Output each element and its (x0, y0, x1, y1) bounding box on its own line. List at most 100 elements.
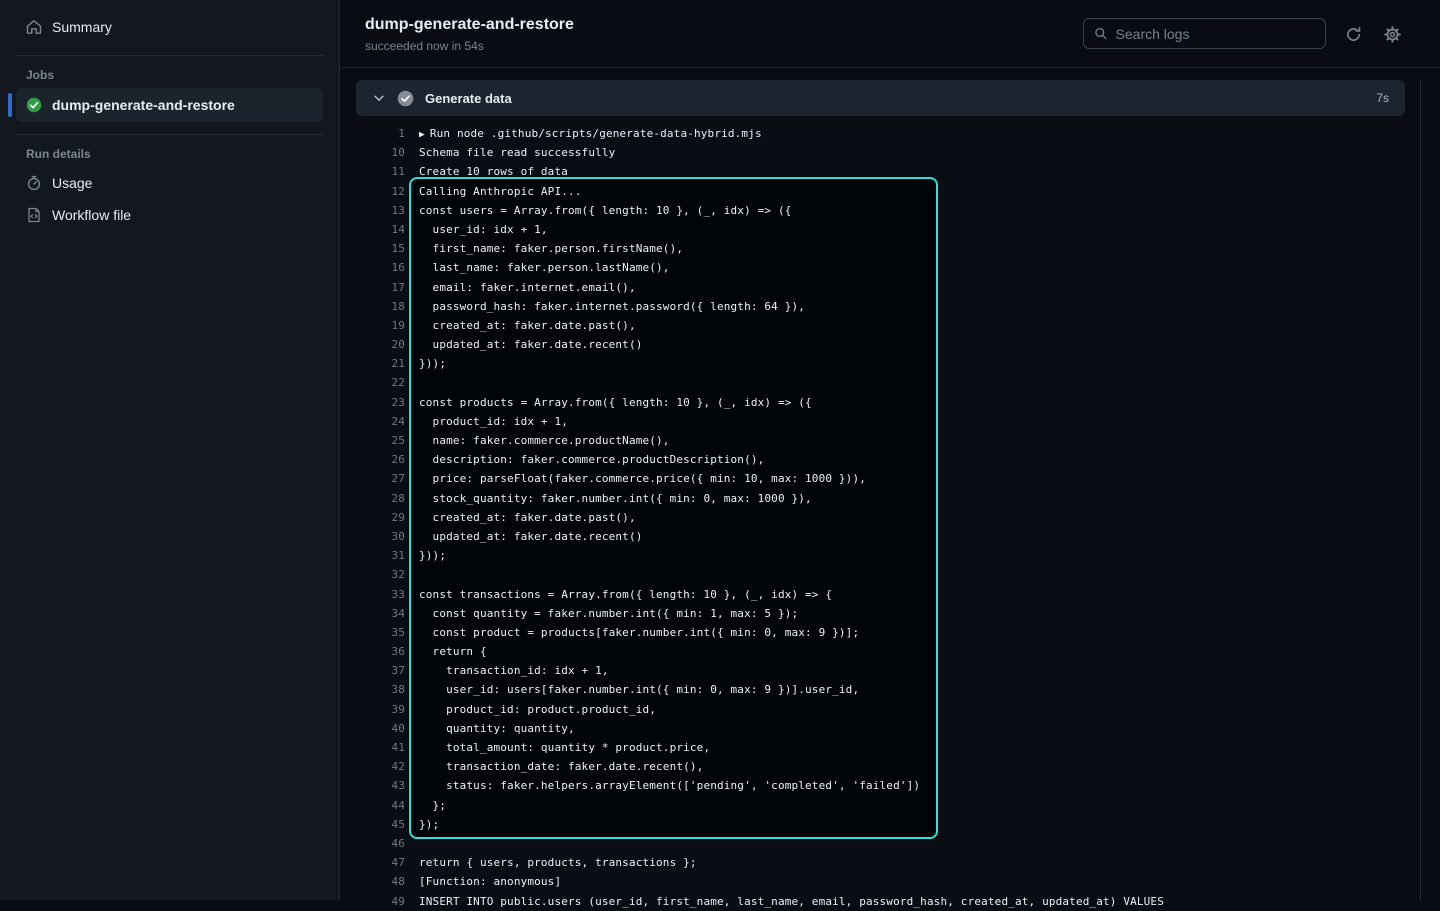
refresh-logs-button[interactable] (1342, 23, 1364, 45)
log-line-text: user_id: users[faker.number.int({ min: 0… (419, 680, 859, 699)
log-line-number[interactable]: 12 (356, 182, 405, 201)
log-line-text: const users = Array.from({ length: 10 },… (419, 201, 792, 220)
log-line-text: updated_at: faker.date.recent() (419, 335, 643, 354)
log-line: 47 return { users, products, transactions… (356, 853, 1420, 872)
log-line-text: updated_at: faker.date.recent() (419, 527, 643, 546)
log-line-text: INSERT INTO public.users (user_id, first… (419, 892, 1164, 911)
log-line: 23 const products = Array.from({ length: … (356, 393, 1420, 412)
log-line-text: Calling Anthropic API... (419, 182, 582, 201)
log-line-text: ▶Run node .github/scripts/generate-data-… (419, 124, 762, 143)
log-line-number[interactable]: 18 (356, 297, 405, 316)
expand-command-icon[interactable]: ▶ (419, 129, 425, 140)
log-line-number[interactable]: 1 (356, 124, 405, 143)
log-line-number[interactable]: 27 (356, 469, 405, 488)
sidebar-divider (16, 134, 323, 135)
log-line-number[interactable]: 21 (356, 354, 405, 373)
log-line-number[interactable]: 25 (356, 431, 405, 450)
log-line-text: stock_quantity: faker.number.int({ min: … (419, 489, 812, 508)
sidebar-divider (16, 55, 323, 56)
log-line-number[interactable]: 13 (356, 201, 405, 220)
log-line: 11 Create 10 rows of data (356, 162, 1420, 181)
sidebar-item-summary[interactable]: Summary (16, 11, 323, 43)
log-line-number[interactable]: 33 (356, 585, 405, 604)
log-line: 20 updated_at: faker.date.recent() (356, 335, 1420, 354)
log-line-number[interactable]: 26 (356, 450, 405, 469)
log-line-number[interactable]: 39 (356, 700, 405, 719)
log-line-number[interactable]: 42 (356, 757, 405, 776)
log-line: 31})); (356, 546, 1420, 565)
step-header-generate-data[interactable]: Generate data 7s (356, 80, 1405, 116)
log-line: 13 const users = Array.from({ length: 10 … (356, 201, 1420, 220)
log-line-text: const quantity = faker.number.int({ min:… (419, 604, 798, 623)
log-line: 49 INSERT INTO public.users (user_id, fir… (356, 892, 1420, 911)
log-line-number[interactable]: 29 (356, 508, 405, 527)
chevron-down-icon[interactable] (372, 91, 386, 105)
log-line: 33const transactions = Array.from({ leng… (356, 585, 1420, 604)
log-line-number[interactable]: 22 (356, 373, 405, 392)
job-header: dump-generate-and-restore succeeded now … (341, 0, 1440, 68)
step-duration: 7s (1376, 91, 1389, 105)
log-line-text: return { users, products, transactions }… (419, 853, 697, 872)
log-line: 41 total_amount: quantity * product.pric… (356, 738, 1420, 757)
log-line-number[interactable]: 47 (356, 853, 405, 872)
log-panel: Generate data 7s 1 ▶Run node .github/scri… (356, 80, 1421, 900)
log-line: 14 user_id: idx + 1, (356, 220, 1420, 239)
log-line-number[interactable]: 32 (356, 565, 405, 584)
log-line-text: transaction_date: faker.date.recent(), (419, 757, 703, 776)
log-line-number[interactable]: 37 (356, 661, 405, 680)
log-line: 38 user_id: users[faker.number.int({ min… (356, 680, 1420, 699)
log-line: 48[Function: anonymous] (356, 872, 1420, 891)
log-line-number[interactable]: 20 (356, 335, 405, 354)
log-line-number[interactable]: 23 (356, 393, 405, 412)
search-logs-box[interactable] (1083, 18, 1326, 49)
log-line: 45}); (356, 815, 1420, 834)
search-logs-input[interactable] (1116, 26, 1315, 42)
log-line-number[interactable]: 44 (356, 796, 405, 815)
log-line-number[interactable]: 48 (356, 872, 405, 891)
log-line-number[interactable]: 45 (356, 815, 405, 834)
log-line-text: const products = Array.from({ length: 10… (419, 393, 812, 412)
log-line-number[interactable]: 41 (356, 738, 405, 757)
log-line-number[interactable]: 49 (356, 892, 405, 911)
log-line-number[interactable]: 14 (356, 220, 405, 239)
sidebar-usage-label: Usage (52, 175, 92, 191)
log-line-text: Create 10 rows of data (419, 162, 568, 181)
log-line: 46 (356, 834, 1420, 853)
log-line: 1 ▶Run node .github/scripts/generate-data… (356, 124, 1420, 143)
log-line-number[interactable]: 30 (356, 527, 405, 546)
log-line-text: email: faker.internet.email(), (419, 278, 636, 297)
log-line-number[interactable]: 40 (356, 719, 405, 738)
log-line: 10Schema file read successfully (356, 143, 1420, 162)
log-settings-button[interactable] (1381, 23, 1403, 45)
log-line-number[interactable]: 34 (356, 604, 405, 623)
success-check-icon (26, 97, 42, 113)
log-line-text: last_name: faker.person.lastName(), (419, 258, 670, 277)
log-line: 32 (356, 565, 1420, 584)
sidebar-item-job[interactable]: dump-generate-and-restore (16, 88, 323, 122)
log-line: 27 price: parseFloat(faker.commerce.pric… (356, 469, 1420, 488)
log-line-text: created_at: faker.date.past(), (419, 508, 636, 527)
log-line-text: password_hash: faker.internet.password({… (419, 297, 805, 316)
search-icon (1094, 26, 1108, 41)
log-line-number[interactable]: 38 (356, 680, 405, 699)
log-line-number[interactable]: 46 (356, 834, 405, 853)
log-line-number[interactable]: 24 (356, 412, 405, 431)
log-line-number[interactable]: 19 (356, 316, 405, 335)
log-line-text: status: faker.helpers.arrayElement(['pen… (419, 776, 920, 795)
sidebar-job-name: dump-generate-and-restore (52, 97, 235, 113)
log-line-number[interactable]: 28 (356, 489, 405, 508)
log-line-number[interactable]: 35 (356, 623, 405, 642)
log-line-number[interactable]: 10 (356, 143, 405, 162)
log-line: 36 return { (356, 642, 1420, 661)
log-line-number[interactable]: 11 (356, 162, 405, 181)
log-line-number[interactable]: 15 (356, 239, 405, 258)
log-line-number[interactable]: 31 (356, 546, 405, 565)
log-line-text: first_name: faker.person.firstName(), (419, 239, 683, 258)
log-line-number[interactable]: 16 (356, 258, 405, 277)
job-status-text: succeeded now in 54s (365, 39, 484, 53)
sidebar-item-workflow-file[interactable]: Workflow file (16, 199, 323, 231)
log-line-number[interactable]: 36 (356, 642, 405, 661)
log-line-number[interactable]: 43 (356, 776, 405, 795)
log-line-number[interactable]: 17 (356, 278, 405, 297)
sidebar-item-usage[interactable]: Usage (16, 167, 323, 199)
